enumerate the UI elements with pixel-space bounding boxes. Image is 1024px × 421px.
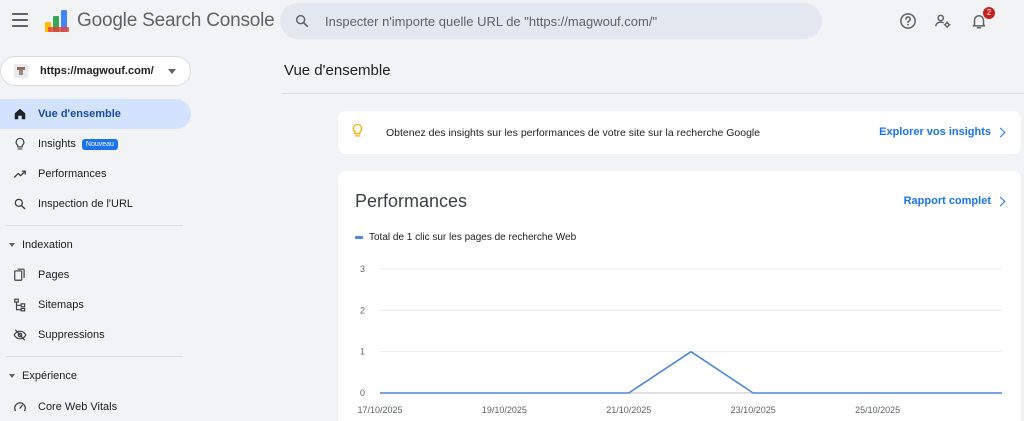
property-favicon-icon [14, 64, 28, 78]
page-title: Vue d'ensemble [284, 62, 391, 79]
sidebar-item-pages[interactable]: Pages [0, 260, 191, 290]
x-tick-label: 25/10/2025 [855, 405, 900, 415]
y-tick-label: 3 [360, 264, 365, 274]
sidebar-item-label: Core Web Vitals [38, 401, 118, 413]
new-badge: Nouveau [81, 138, 118, 150]
lightbulb-icon [350, 123, 365, 143]
property-url: https://magwouf.com/ [40, 65, 154, 77]
sidebar-item-sitemaps[interactable]: Sitemaps [0, 290, 191, 320]
sidebar-item-url-inspection[interactable]: Inspection de l'URL [0, 189, 191, 219]
search-console-logo [45, 10, 69, 32]
help-icon[interactable] [897, 10, 919, 32]
sidebar-item-overview[interactable]: Vue d'ensemble [0, 99, 191, 129]
performance-chart: 0 1 2 3 17/10/2025 19/10/2025 21/10/2025 23/10/… [357, 264, 1002, 415]
sidebar-item-label: Sitemaps [38, 299, 84, 311]
x-tick-label: 21/10/2025 [606, 405, 651, 415]
section-indexation[interactable]: Indexation [0, 233, 191, 257]
y-tick-label: 2 [360, 305, 365, 315]
y-tick-label: 0 [360, 388, 365, 398]
chevron-down-icon [9, 374, 15, 378]
performance-card: Performances Rapport complet Total de 1 … [338, 171, 1021, 421]
sidebar-item-insights[interactable]: Insights Nouveau [0, 129, 191, 159]
search-input[interactable] [325, 13, 795, 29]
pages-icon [12, 267, 28, 283]
y-tick-label: 1 [360, 347, 365, 357]
sidebar-item-label: Pages [38, 269, 70, 281]
gauge-icon [12, 399, 28, 415]
x-tick-label: 19/10/2025 [482, 405, 527, 415]
property-selector[interactable]: https://magwouf.com/ [0, 56, 191, 86]
lightbulb-icon [12, 136, 28, 152]
search-icon [295, 14, 309, 28]
bell-icon[interactable]: 2 [968, 7, 995, 32]
insights-text: Obtenez des insights sur les performance… [386, 126, 761, 139]
home-icon [12, 106, 28, 122]
sidebar-item-performance[interactable]: Performances [0, 159, 191, 189]
menu-icon[interactable] [8, 8, 32, 32]
sidebar-divider [6, 356, 183, 357]
sidebar-item-label: Performances [38, 168, 107, 180]
url-inspection-search[interactable] [280, 3, 822, 39]
insights-banner: Obtenez des insights sur les performance… [338, 111, 1021, 154]
notification-badge: 2 [983, 7, 995, 19]
chevron-down-icon [168, 69, 176, 74]
explore-insights-link[interactable]: Explorer vos insights [879, 126, 991, 138]
sidebar-item-label: Suppressions [38, 329, 105, 341]
sitemap-icon [12, 297, 28, 313]
app-title: Google Search Console [77, 10, 275, 31]
sidebar-item-core-web-vitals[interactable]: Core Web Vitals [0, 392, 191, 421]
x-tick-label: 17/10/2025 [357, 405, 402, 415]
eye-off-icon [12, 327, 28, 343]
top-bar: Google Search Console 2 [0, 0, 1024, 44]
x-tick-label: 23/10/2025 [731, 405, 776, 415]
chevron-right-icon [995, 127, 1006, 138]
series-line [380, 350, 1002, 394]
sidebar-item-removals[interactable]: Suppressions [0, 320, 191, 350]
section-experience[interactable]: Expérience [0, 364, 191, 388]
sidebar-divider [6, 225, 183, 226]
chevron-down-icon [9, 243, 15, 247]
trending-up-icon [12, 166, 28, 182]
section-label: Expérience [22, 370, 78, 382]
sidebar-item-label: Insights [38, 138, 76, 150]
sidebar-item-label: Vue d'ensemble [38, 108, 121, 120]
title-divider [282, 93, 1024, 94]
section-label: Indexation [22, 239, 73, 251]
manage-users-icon[interactable] [932, 10, 954, 32]
sidebar-item-label: Inspection de l'URL [38, 198, 134, 210]
search-icon [12, 196, 28, 212]
